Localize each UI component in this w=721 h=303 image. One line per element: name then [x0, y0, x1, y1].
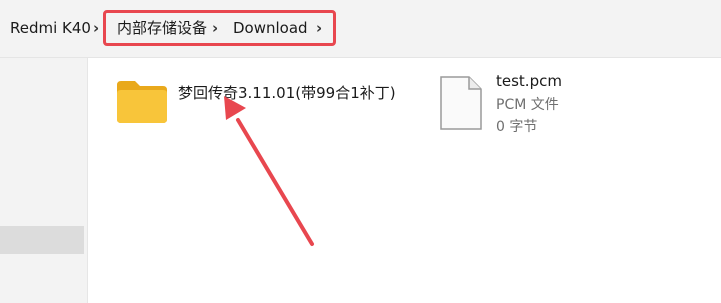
annotation-arrow	[224, 96, 314, 246]
